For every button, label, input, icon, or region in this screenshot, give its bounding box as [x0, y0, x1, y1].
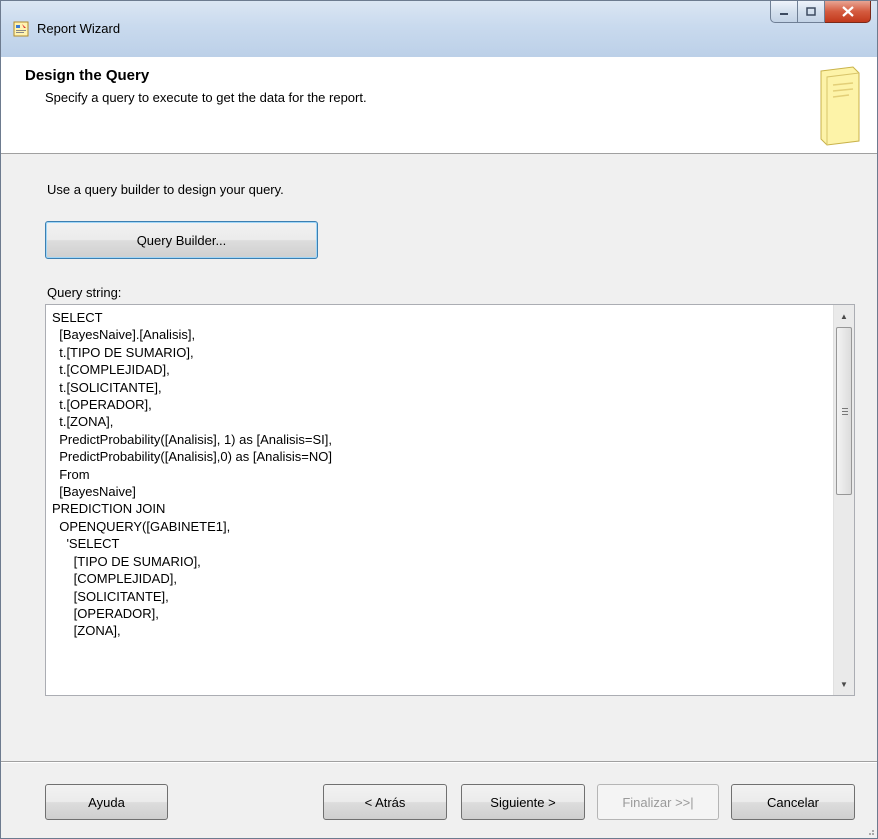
minimize-icon — [780, 12, 788, 15]
title-bar[interactable]: Report Wizard — [1, 1, 877, 57]
document-icon — [820, 66, 860, 146]
close-icon — [841, 6, 854, 17]
next-label: Siguiente > — [490, 794, 556, 810]
maximize-icon — [806, 7, 816, 16]
finish-label: Finalizar >>| — [622, 794, 694, 810]
close-button[interactable] — [825, 1, 871, 23]
scroll-down-arrow-icon[interactable]: ▼ — [834, 675, 854, 693]
page-title: Design the Query — [25, 67, 150, 84]
query-text: SELECT [BayesNaive].[Analisis], t.[TIPO … — [52, 310, 332, 639]
window-title: Report Wizard — [37, 21, 121, 36]
back-label: < Atrás — [364, 794, 406, 810]
next-button[interactable]: Siguiente > — [461, 784, 585, 820]
back-button[interactable]: < Atrás — [323, 784, 447, 820]
cancel-button[interactable]: Cancelar — [731, 784, 855, 820]
report-wizard-window: Report Wizard Design the Query Specify a… — [0, 0, 878, 839]
page-subtitle: Specify a query to execute to get the da… — [45, 90, 367, 105]
scroll-grip-icon — [842, 408, 848, 415]
minimize-button[interactable] — [770, 1, 798, 23]
caption-buttons — [770, 1, 871, 23]
scroll-up-arrow-icon[interactable]: ▲ — [834, 307, 854, 325]
help-button[interactable]: Ayuda — [45, 784, 168, 820]
finish-button[interactable]: Finalizar >>| — [597, 784, 719, 820]
query-builder-button[interactable]: Query Builder... — [45, 221, 318, 259]
cancel-label: Cancelar — [766, 794, 820, 810]
maximize-button[interactable] — [798, 1, 825, 23]
vertical-scrollbar[interactable]: ▲ ▼ — [833, 305, 854, 695]
query-builder-label: Query Builder... — [136, 232, 227, 248]
scrollbar-thumb[interactable] — [836, 327, 852, 495]
instructions-text: Use a query builder to design your query… — [47, 182, 284, 197]
help-label: Ayuda — [88, 794, 125, 810]
resize-grip-icon[interactable] — [865, 826, 875, 836]
query-string-label: Query string: — [47, 285, 122, 300]
wizard-header: Design the Query Specify a query to exec… — [1, 57, 877, 154]
query-string-textarea[interactable]: SELECT [BayesNaive].[Analisis], t.[TIPO … — [45, 304, 855, 696]
footer-divider — [1, 761, 877, 763]
report-wizard-icon — [13, 21, 29, 37]
